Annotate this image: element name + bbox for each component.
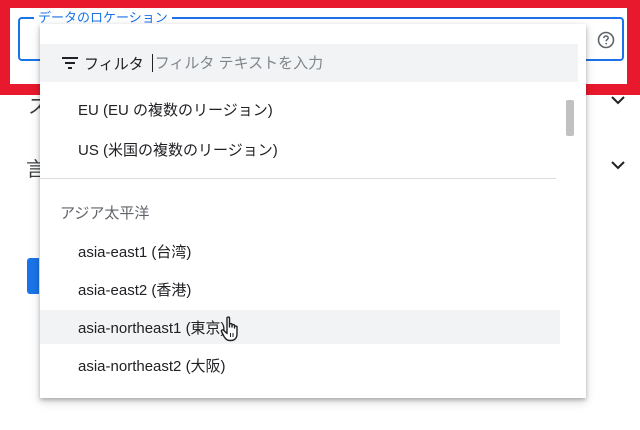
- group-header-asia-pacific: アジア太平洋: [60, 205, 150, 222]
- option-label: asia-east2 (香港): [78, 281, 192, 299]
- option-asia-northeast2[interactable]: asia-northeast2 (大阪): [40, 348, 560, 382]
- option-label: asia-northeast1 (東京): [78, 319, 226, 337]
- chevron-down-icon[interactable]: [610, 95, 626, 105]
- option-asia-east2[interactable]: asia-east2 (香港): [40, 272, 560, 306]
- filter-row[interactable]: フィルタ: [40, 44, 578, 82]
- chevron-down-icon[interactable]: [610, 160, 626, 170]
- help-icon[interactable]: [597, 31, 615, 49]
- filter-bar: フィルタ: [40, 24, 586, 90]
- location-dropdown: フィルタ EU (EU の複数のリージョン) US (米国の複数のリージョン) …: [40, 24, 586, 398]
- option-label: asia-northeast2 (大阪): [78, 357, 226, 375]
- location-field-label: データのロケーション: [34, 11, 172, 25]
- option-label: EU (EU の複数のリージョン): [78, 101, 273, 119]
- option-eu[interactable]: EU (EU の複数のリージョン): [40, 92, 560, 126]
- option-asia-east1[interactable]: asia-east1 (台湾): [40, 234, 560, 268]
- option-us[interactable]: US (米国の複数のリージョン): [40, 132, 560, 166]
- option-label: asia-east1 (台湾): [78, 243, 192, 261]
- text-cursor: [151, 54, 153, 72]
- filter-label: フィルタ: [84, 55, 144, 73]
- scrollbar-thumb[interactable]: [566, 100, 574, 136]
- hand-cursor-icon: [220, 316, 238, 342]
- background-button-edge[interactable]: [27, 258, 39, 294]
- filter-icon: [62, 57, 78, 69]
- option-asia-northeast1[interactable]: asia-northeast1 (東京): [40, 310, 560, 344]
- option-label: US (米国の複数のリージョン): [78, 141, 278, 159]
- divider: [40, 178, 556, 179]
- filter-input[interactable]: [154, 54, 515, 72]
